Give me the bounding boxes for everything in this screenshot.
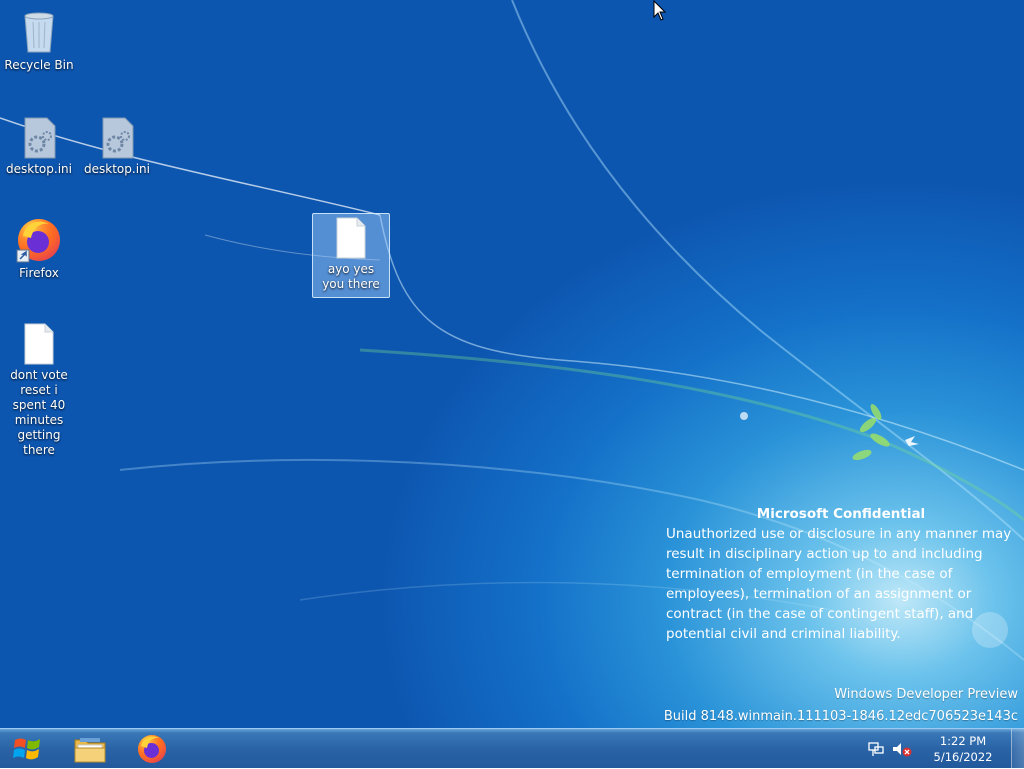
firefox-icon [16,219,60,263]
desktop-icon-label: ayo yes you there [322,262,380,291]
clock-date: 5/16/2022 [933,750,993,764]
taskbar: 1:22 PM 5/16/2022 [0,728,1024,769]
folder-icon [74,738,106,763]
mouse-cursor-icon [653,0,667,21]
network-icon[interactable] [867,740,885,758]
build-info: Windows Developer Preview Build 8148.win… [664,684,1018,728]
product-name: Windows Developer Preview [834,687,1018,702]
clock-time: 1:22 PM [939,734,987,748]
system-tray: 1:22 PM 5/16/2022 [867,729,1024,769]
desktop-icon-recycle-bin[interactable]: Recycle Bin [0,6,78,73]
desktop-icon-label: Firefox [19,266,59,280]
desktop-icon-desktop-ini[interactable]: desktop.ini [78,112,156,177]
text-file-icon [24,323,54,365]
desktop-icon-ayo-text-file[interactable]: ayo yes you there [312,213,390,298]
desktop-icon-label: dont vote reset i spent 40 minutes getti… [10,368,68,457]
desktop-icon-desktop-ini[interactable]: desktop.ini [0,112,78,177]
taskbar-firefox-button[interactable] [126,731,178,767]
windows-logo-icon [13,738,40,760]
watermark-title: Microsoft Confidential [756,506,926,522]
desktop-icon-label: desktop.ini [84,162,150,176]
desktop-icon-dont-vote-text-file[interactable]: dont vote reset i spent 40 minutes getti… [0,320,78,458]
taskbar-file-explorer-button[interactable] [64,731,116,767]
text-file-icon [336,217,366,259]
settings-file-icon [24,117,56,159]
desktop-icon-label: Recycle Bin [4,58,74,72]
settings-file-icon [102,117,134,159]
start-button[interactable] [0,731,54,767]
taskbar-clock[interactable]: 1:22 PM 5/16/2022 [929,733,997,765]
volume-muted-icon[interactable] [891,740,913,758]
confidential-watermark: Microsoft Confidential Unauthorized use … [666,504,1016,644]
firefox-icon [138,735,166,763]
watermark-body: Unauthorized use or disclosure in any ma… [666,526,1012,642]
desktop[interactable]: Recycle Bin desktop.ini desktop.ini Fire… [0,0,1024,728]
recycle-bin-icon [24,12,54,53]
build-string: Build 8148.winmain.111103-1846.12edc7065… [663,709,1018,724]
show-desktop-button[interactable] [1011,729,1024,769]
desktop-icon-label: desktop.ini [6,162,72,176]
desktop-icon-firefox[interactable]: Firefox [0,214,78,281]
